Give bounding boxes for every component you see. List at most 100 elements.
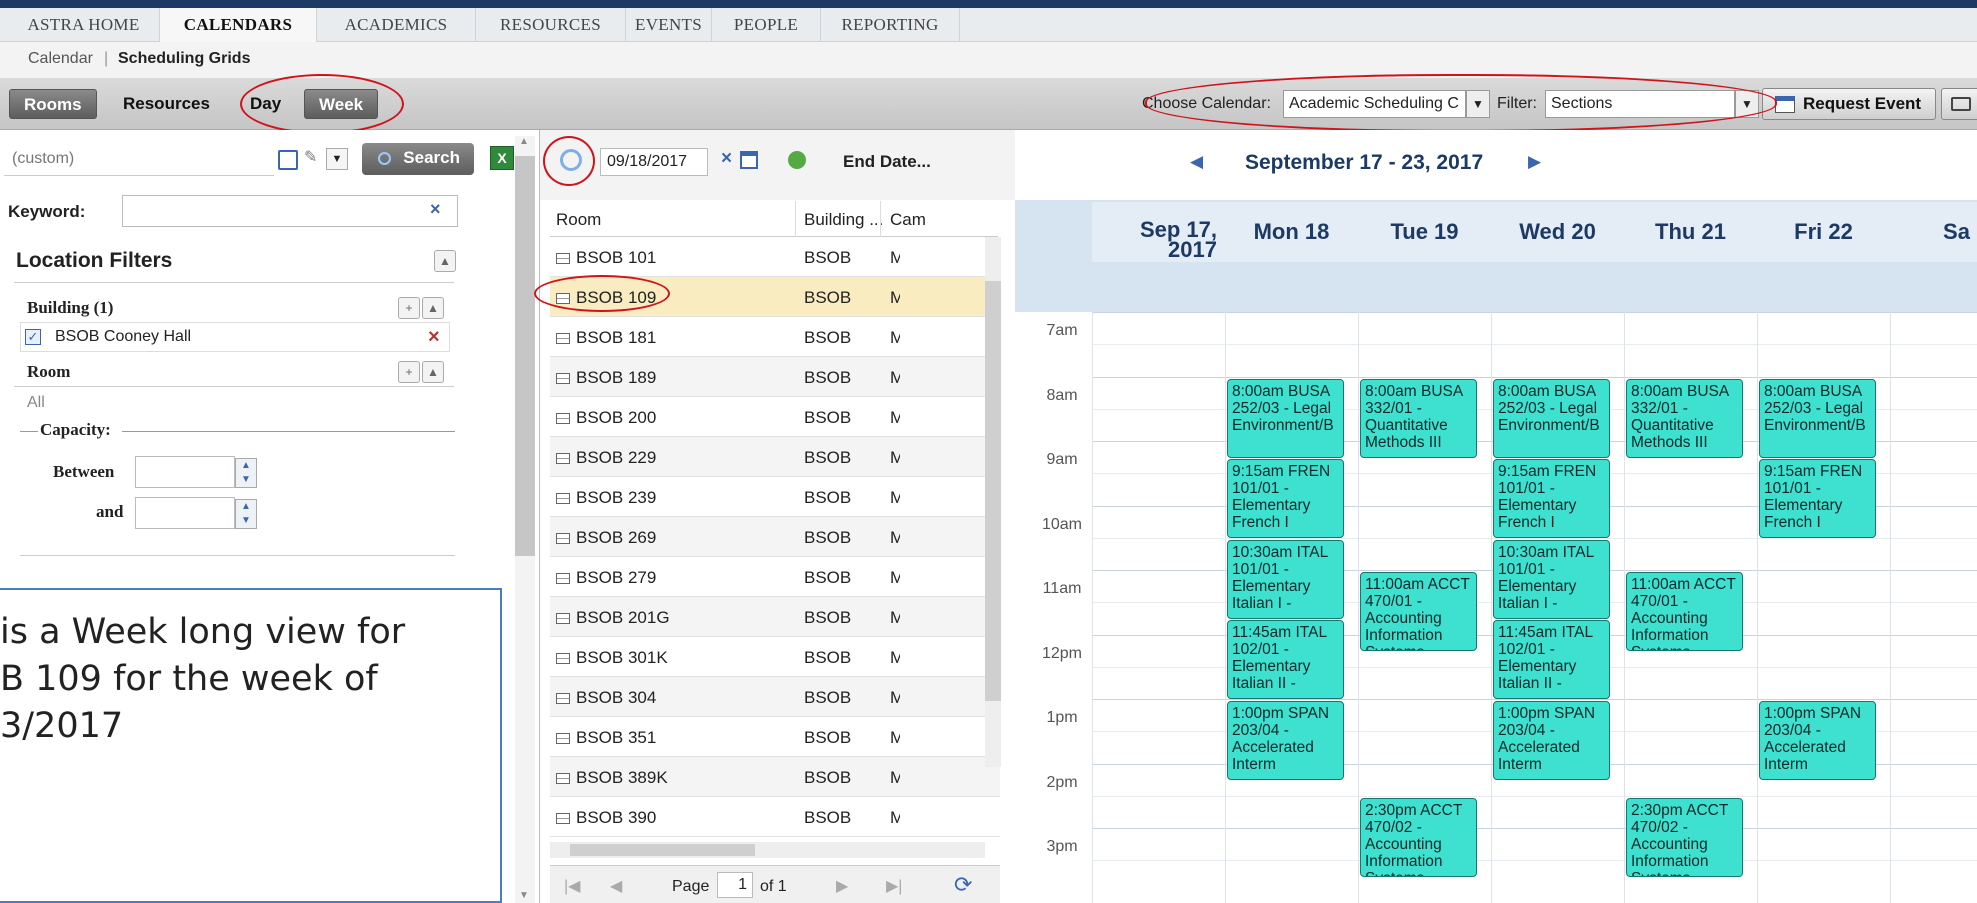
calendar-event[interactable]: 2:30pm ACCT 470/02 - Accounting Informat… (1626, 797, 1743, 877)
request-event-button[interactable]: Request Event (1762, 88, 1937, 120)
tab-reporting[interactable]: REPORTING (821, 8, 960, 42)
start-date-input[interactable]: 09/18/2017 (600, 148, 708, 176)
col-campus[interactable]: Cam (890, 210, 926, 230)
page-input[interactable]: 1 (717, 872, 753, 898)
building-checkbox[interactable]: ✓ (25, 329, 41, 345)
next-page-icon[interactable]: ▶ (836, 876, 848, 896)
calendar-event[interactable]: 9:15am FREN 101/01 - Elementary French I (1227, 459, 1344, 539)
last-page-icon[interactable]: ▶| (886, 876, 902, 896)
table-row[interactable]: BSOB 351 BSOB M (550, 717, 1000, 757)
tab-people[interactable]: PEOPLE (712, 8, 821, 42)
add-room-icon[interactable]: + (398, 361, 420, 383)
saved-search-dropdown-icon[interactable]: ▼ (326, 148, 348, 170)
table-row[interactable]: BSOB 181 BSOB M (550, 317, 1000, 357)
col-room[interactable]: Room (556, 210, 601, 230)
calendar-event[interactable]: 11:45am ITAL 102/01 - Elementary Italian… (1493, 620, 1610, 700)
calendar-event[interactable]: 1:00pm SPAN 203/04 - Accelerated Interm (1759, 701, 1876, 780)
print-button[interactable] (1941, 88, 1977, 120)
prev-page-icon[interactable]: ◀ (610, 876, 622, 896)
first-page-icon[interactable]: |◀ (564, 876, 580, 896)
calendar-event[interactable]: 11:45am ITAL 102/01 - Elementary Italian… (1227, 620, 1344, 700)
capacity-min-spinner[interactable]: ▲ ▼ (235, 458, 257, 488)
table-row[interactable]: BSOB 201G BSOB M (550, 597, 1000, 637)
capacity-min-input[interactable] (135, 456, 235, 488)
edit-icon[interactable]: ✎ (304, 147, 320, 169)
table-row[interactable]: BSOB 269 BSOB M (550, 517, 1000, 557)
calendar-event[interactable]: 9:15am FREN 101/01 - Elementary French I (1759, 459, 1876, 539)
day-header[interactable]: Mon 18 (1225, 202, 1358, 262)
rooms-button[interactable]: Rooms (9, 89, 97, 119)
left-scroll-thumb[interactable] (515, 156, 535, 556)
capacity-max-spinner[interactable]: ▲ ▼ (235, 499, 257, 529)
tab-events[interactable]: EVENTS (626, 8, 712, 42)
tab-resources[interactable]: RESOURCES (476, 8, 626, 42)
calendar-event[interactable]: 9:15am FREN 101/01 - Elementary French I (1493, 459, 1610, 539)
collapse-building-icon[interactable]: ▲ (422, 297, 444, 319)
calendar-event[interactable]: 10:30am ITAL 101/01 - Elementary Italian… (1493, 539, 1610, 619)
resources-button[interactable]: Resources (109, 89, 224, 119)
calendar-event[interactable]: 11:00am ACCT 470/01 - Accounting Informa… (1626, 572, 1743, 651)
table-row[interactable]: BSOB 389K BSOB M (550, 757, 1000, 797)
left-scrollbar[interactable]: ▲ ▼ (515, 136, 535, 903)
grid-hscrollbar[interactable] (550, 842, 985, 858)
table-row[interactable]: BSOB 304 BSOB M (550, 677, 1000, 717)
clear-keyword-icon[interactable]: × (430, 199, 441, 220)
day-header[interactable]: Wed 20 (1491, 202, 1624, 262)
tab-astra-home[interactable]: ASTRA HOME (8, 8, 160, 42)
table-row[interactable]: BSOB 390 BSOB M (550, 797, 1000, 837)
clear-date-icon[interactable]: × (721, 148, 732, 170)
collapse-room-icon[interactable]: ▲ (422, 361, 444, 383)
room-cell: BSOB 301K (556, 648, 668, 668)
next-week-icon[interactable]: ▶ (1528, 152, 1541, 172)
breadcrumb-calendar[interactable]: Calendar (28, 50, 93, 68)
room-name: BSOB 269 (576, 528, 657, 547)
excel-export-icon[interactable]: X (490, 146, 514, 170)
calendar-event[interactable]: 1:00pm SPAN 203/04 - Accelerated Interm (1227, 701, 1344, 780)
calendar-event[interactable]: 8:00am BUSA 252/03 - Legal Environment/B (1227, 378, 1344, 458)
calendar-event[interactable]: 8:00am BUSA 252/03 - Legal Environment/B (1759, 378, 1876, 458)
calendar-event[interactable]: 8:00am BUSA 332/01 - Quantitative Method… (1360, 378, 1477, 458)
date-picker-icon[interactable] (740, 151, 758, 169)
remove-building-icon[interactable]: × (428, 326, 440, 349)
calendar-event[interactable]: 2:30pm ACCT 470/02 - Accounting Informat… (1360, 797, 1477, 877)
refresh-icon[interactable]: ⟳ (954, 872, 972, 898)
day-header[interactable]: Thu 21 (1624, 202, 1757, 262)
scroll-up-icon[interactable]: ▲ (519, 136, 529, 147)
search-button[interactable]: Search (362, 143, 474, 175)
calendar-event[interactable]: 11:00am ACCT 470/01 - Accounting Informa… (1360, 572, 1477, 651)
saved-search-input[interactable]: (custom) (4, 144, 274, 176)
table-row[interactable]: BSOB 229 BSOB M (550, 437, 1000, 477)
calendar-event[interactable]: 10:30am ITAL 101/01 - Elementary Italian… (1227, 539, 1344, 619)
building-cell: BSOB (804, 528, 852, 547)
add-building-icon[interactable]: + (398, 297, 420, 319)
calendar-event[interactable]: 8:00am BUSA 252/03 - Legal Environment/B (1493, 378, 1610, 458)
table-row[interactable]: BSOB 189 BSOB M (550, 357, 1000, 397)
refresh-green-icon[interactable] (788, 151, 806, 169)
keyword-input[interactable] (122, 195, 458, 227)
end-date-link[interactable]: End Date... (843, 152, 931, 172)
table-row[interactable]: BSOB 279 BSOB M (550, 557, 1000, 597)
table-row[interactable]: BSOB 301K BSOB M (550, 637, 1000, 677)
day-header[interactable]: Fri 22 (1757, 202, 1890, 262)
col-divider (880, 201, 881, 237)
table-row[interactable]: BSOB 239 BSOB M (550, 477, 1000, 517)
table-row[interactable]: BSOB 101 BSOB M (550, 237, 1000, 277)
collapse-filters-icon[interactable]: ▲ (434, 250, 456, 272)
calendar-event[interactable]: 1:00pm SPAN 203/04 - Accelerated Interm (1493, 701, 1610, 780)
day-header[interactable]: Tue 19 (1358, 202, 1491, 262)
grid-vscroll-thumb[interactable] (985, 281, 1001, 701)
capacity-max-input[interactable] (135, 497, 235, 529)
col-building[interactable]: Building ... (804, 210, 883, 230)
tab-academics[interactable]: ACADEMICS (317, 8, 476, 42)
calendar-event[interactable]: 8:00am BUSA 332/01 - Quantitative Method… (1626, 378, 1743, 458)
scroll-down-icon[interactable]: ▼ (519, 890, 529, 901)
table-row[interactable]: BSOB 200 BSOB M (550, 397, 1000, 437)
grid-hscroll-thumb[interactable] (570, 844, 755, 856)
prev-week-icon[interactable]: ◀ (1190, 152, 1203, 172)
day-header[interactable]: Sa (1890, 202, 1977, 262)
grid-vscrollbar[interactable] (985, 237, 1001, 767)
tab-calendars[interactable]: CALENDARS (160, 8, 317, 42)
building-cell: BSOB (804, 248, 852, 267)
save-icon[interactable] (278, 150, 298, 170)
day-header[interactable]: Sep 17, 2017 (1092, 202, 1225, 262)
